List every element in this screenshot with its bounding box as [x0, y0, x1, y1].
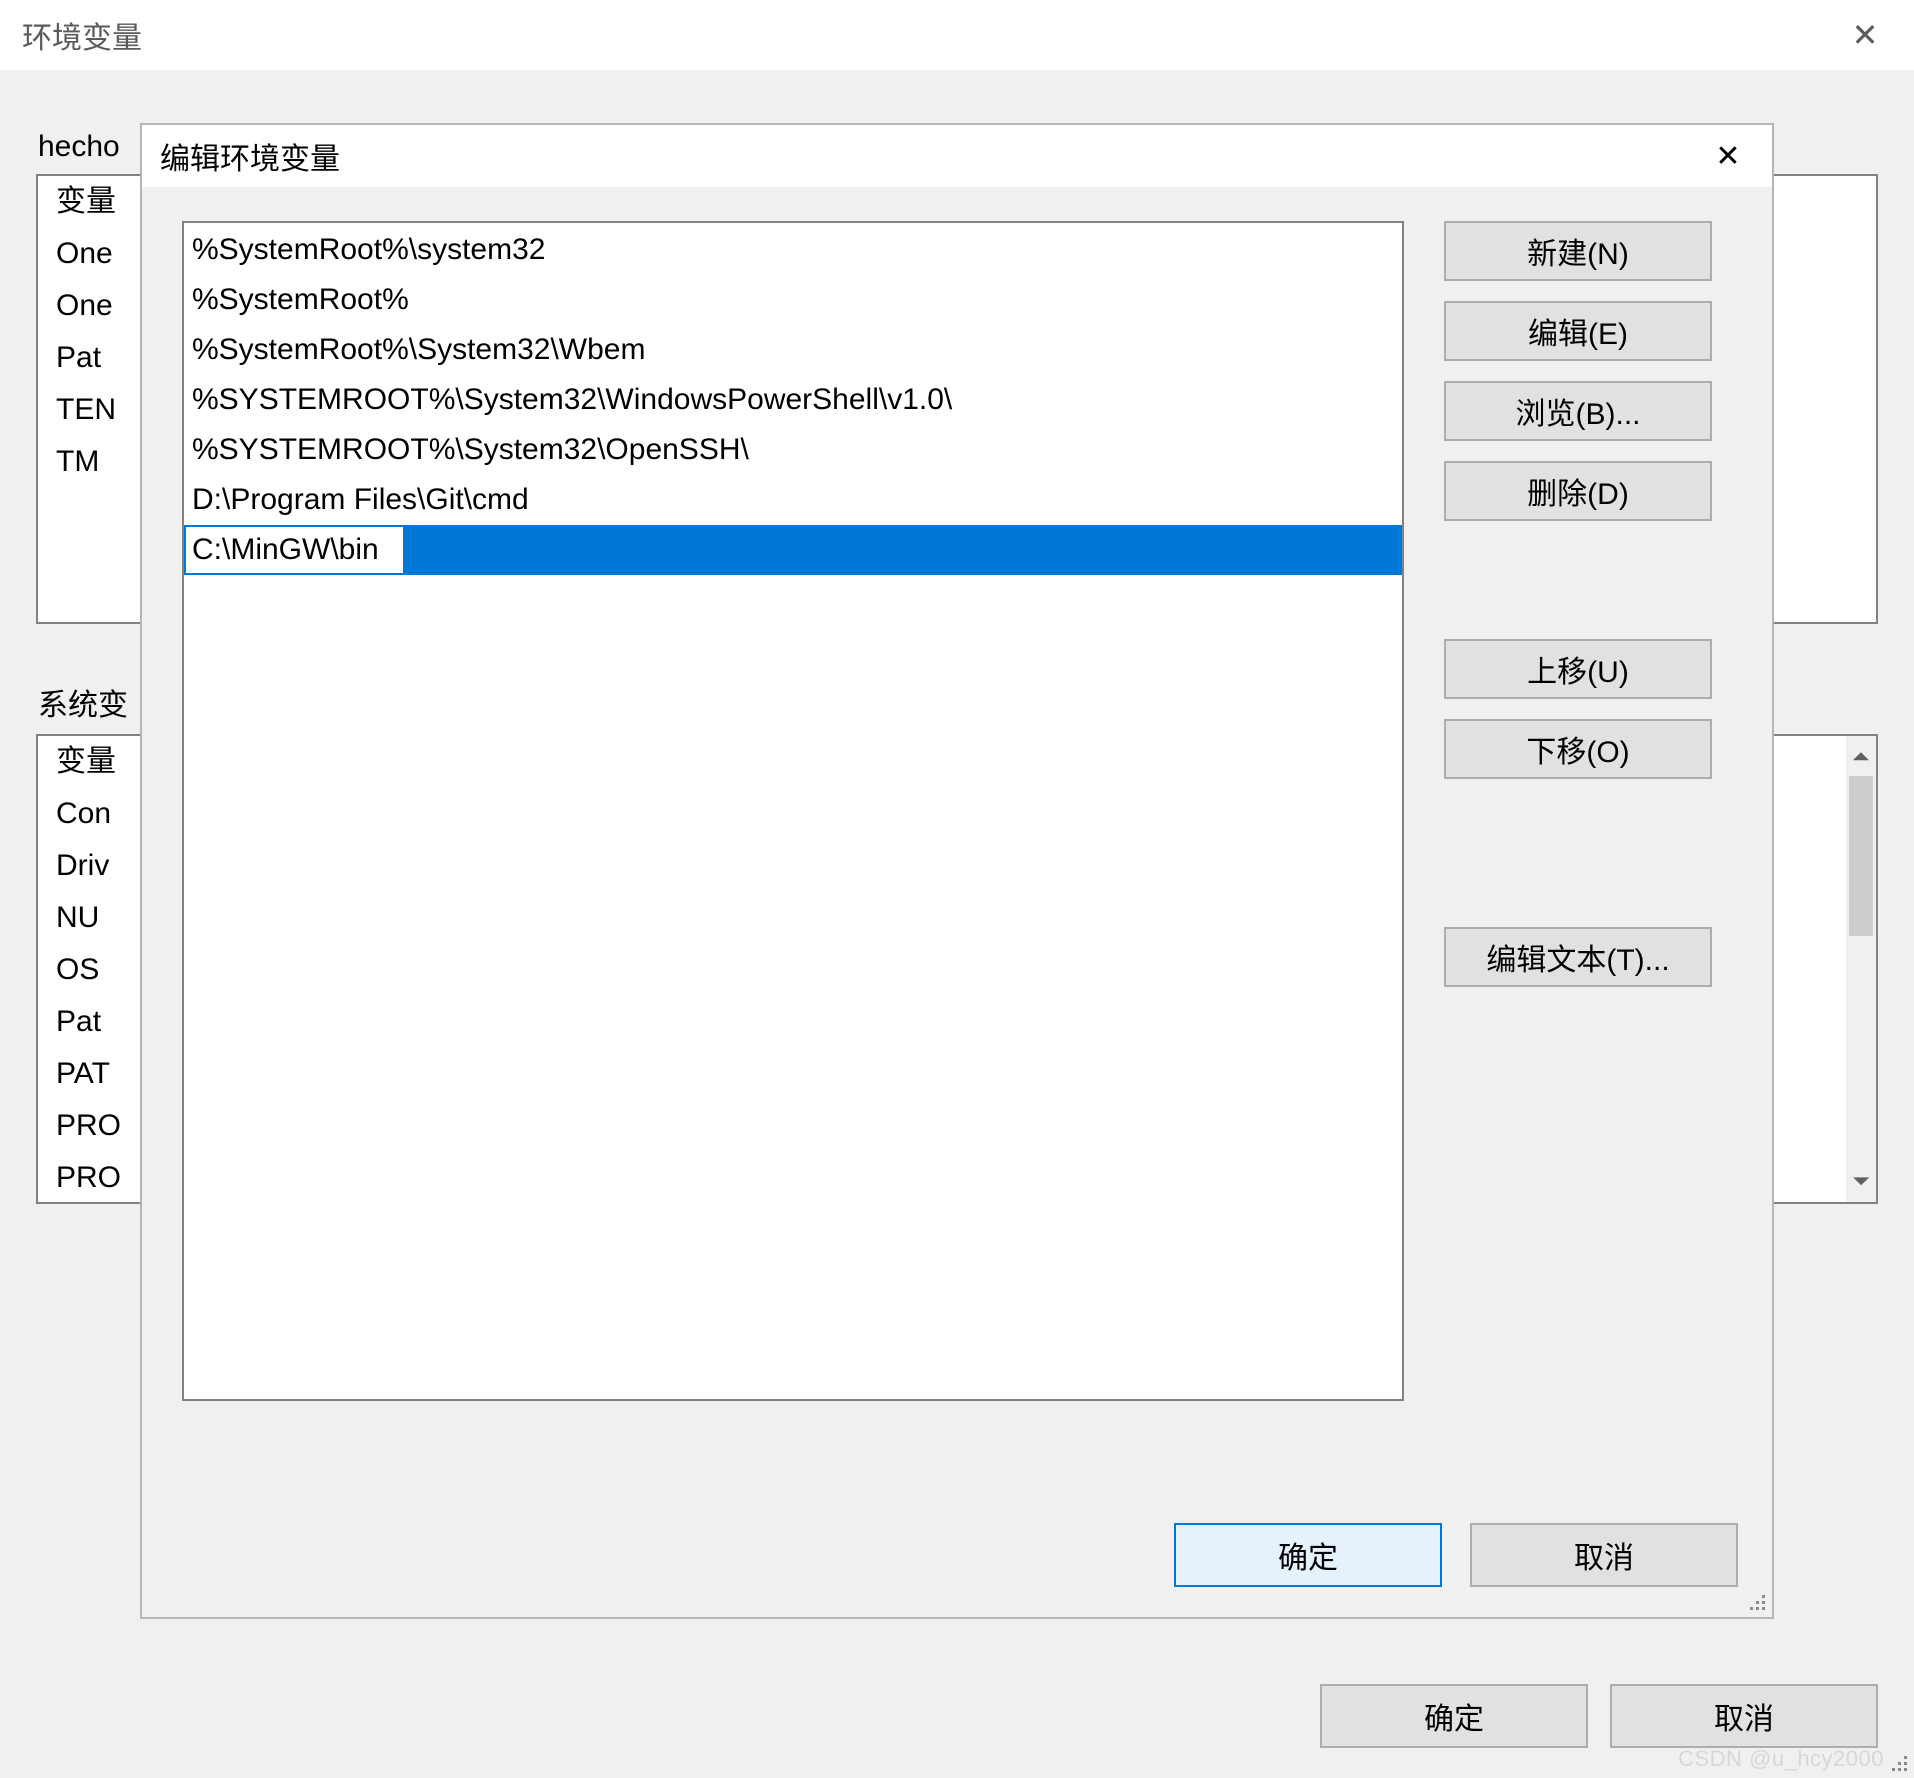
edit-button[interactable]: 编辑(E) — [1444, 301, 1712, 361]
path-entries-listbox[interactable]: %SystemRoot%\system32 %SystemRoot% %Syst… — [182, 221, 1404, 1401]
move-up-button[interactable]: 上移(U) — [1444, 639, 1712, 699]
edit-text-button[interactable]: 编辑文本(T)... — [1444, 927, 1712, 987]
path-entry[interactable]: %SystemRoot%\system32 — [184, 225, 1402, 275]
cancel-button[interactable]: 取消 — [1470, 1523, 1738, 1587]
path-entry[interactable]: %SYSTEMROOT%\System32\OpenSSH\ — [184, 425, 1402, 475]
path-entry[interactable]: D:\Program Files\Git\cmd — [184, 475, 1402, 525]
edit-titlebar: 编辑环境变量 ✕ — [142, 125, 1772, 187]
sys-vars-scrollbar[interactable]: ⏶ ⏷ — [1846, 736, 1876, 1202]
parent-footer-buttons: 确定 取消 — [1320, 1684, 1878, 1748]
parent-cancel-button[interactable]: 取消 — [1610, 1684, 1878, 1748]
edit-footer-buttons: 确定 取消 — [1174, 1523, 1738, 1587]
resize-grip-icon[interactable] — [1886, 1750, 1910, 1774]
scroll-down-icon[interactable]: ⏷ — [1852, 1160, 1870, 1202]
parent-ok-button[interactable]: 确定 — [1320, 1684, 1588, 1748]
path-entry-selected[interactable] — [184, 525, 1402, 575]
scrollbar-thumb[interactable] — [1849, 776, 1873, 936]
ok-button[interactable]: 确定 — [1174, 1523, 1442, 1587]
edit-close-button[interactable]: ✕ — [1696, 129, 1760, 183]
parent-close-button[interactable]: ✕ — [1830, 5, 1900, 65]
delete-button[interactable]: 删除(D) — [1444, 461, 1712, 521]
watermark-text: CSDN @u_hcy2000 — [1678, 1746, 1884, 1772]
side-buttons-column: 新建(N) 编辑(E) 浏览(B)... 删除(D) 上移(U) 下移(O) 编… — [1444, 221, 1712, 1401]
path-entry[interactable]: %SYSTEMROOT%\System32\WindowsPowerShell\… — [184, 375, 1402, 425]
edit-dialog-title: 编辑环境变量 — [160, 134, 340, 178]
browse-button[interactable]: 浏览(B)... — [1444, 381, 1712, 441]
parent-title: 环境变量 — [22, 13, 142, 57]
parent-titlebar: 环境变量 ✕ — [0, 0, 1914, 70]
new-button[interactable]: 新建(N) — [1444, 221, 1712, 281]
move-down-button[interactable]: 下移(O) — [1444, 719, 1712, 779]
path-entry-input[interactable] — [184, 525, 405, 575]
resize-grip-icon[interactable] — [1744, 1589, 1768, 1613]
path-entry[interactable]: %SystemRoot% — [184, 275, 1402, 325]
edit-env-var-dialog: 编辑环境变量 ✕ %SystemRoot%\system32 %SystemRo… — [140, 123, 1774, 1619]
edit-main: %SystemRoot%\system32 %SystemRoot% %Syst… — [182, 221, 1738, 1401]
scroll-up-icon[interactable]: ⏶ — [1852, 736, 1870, 778]
path-entry[interactable]: %SystemRoot%\System32\Wbem — [184, 325, 1402, 375]
edit-body: %SystemRoot%\system32 %SystemRoot% %Syst… — [142, 187, 1772, 1617]
